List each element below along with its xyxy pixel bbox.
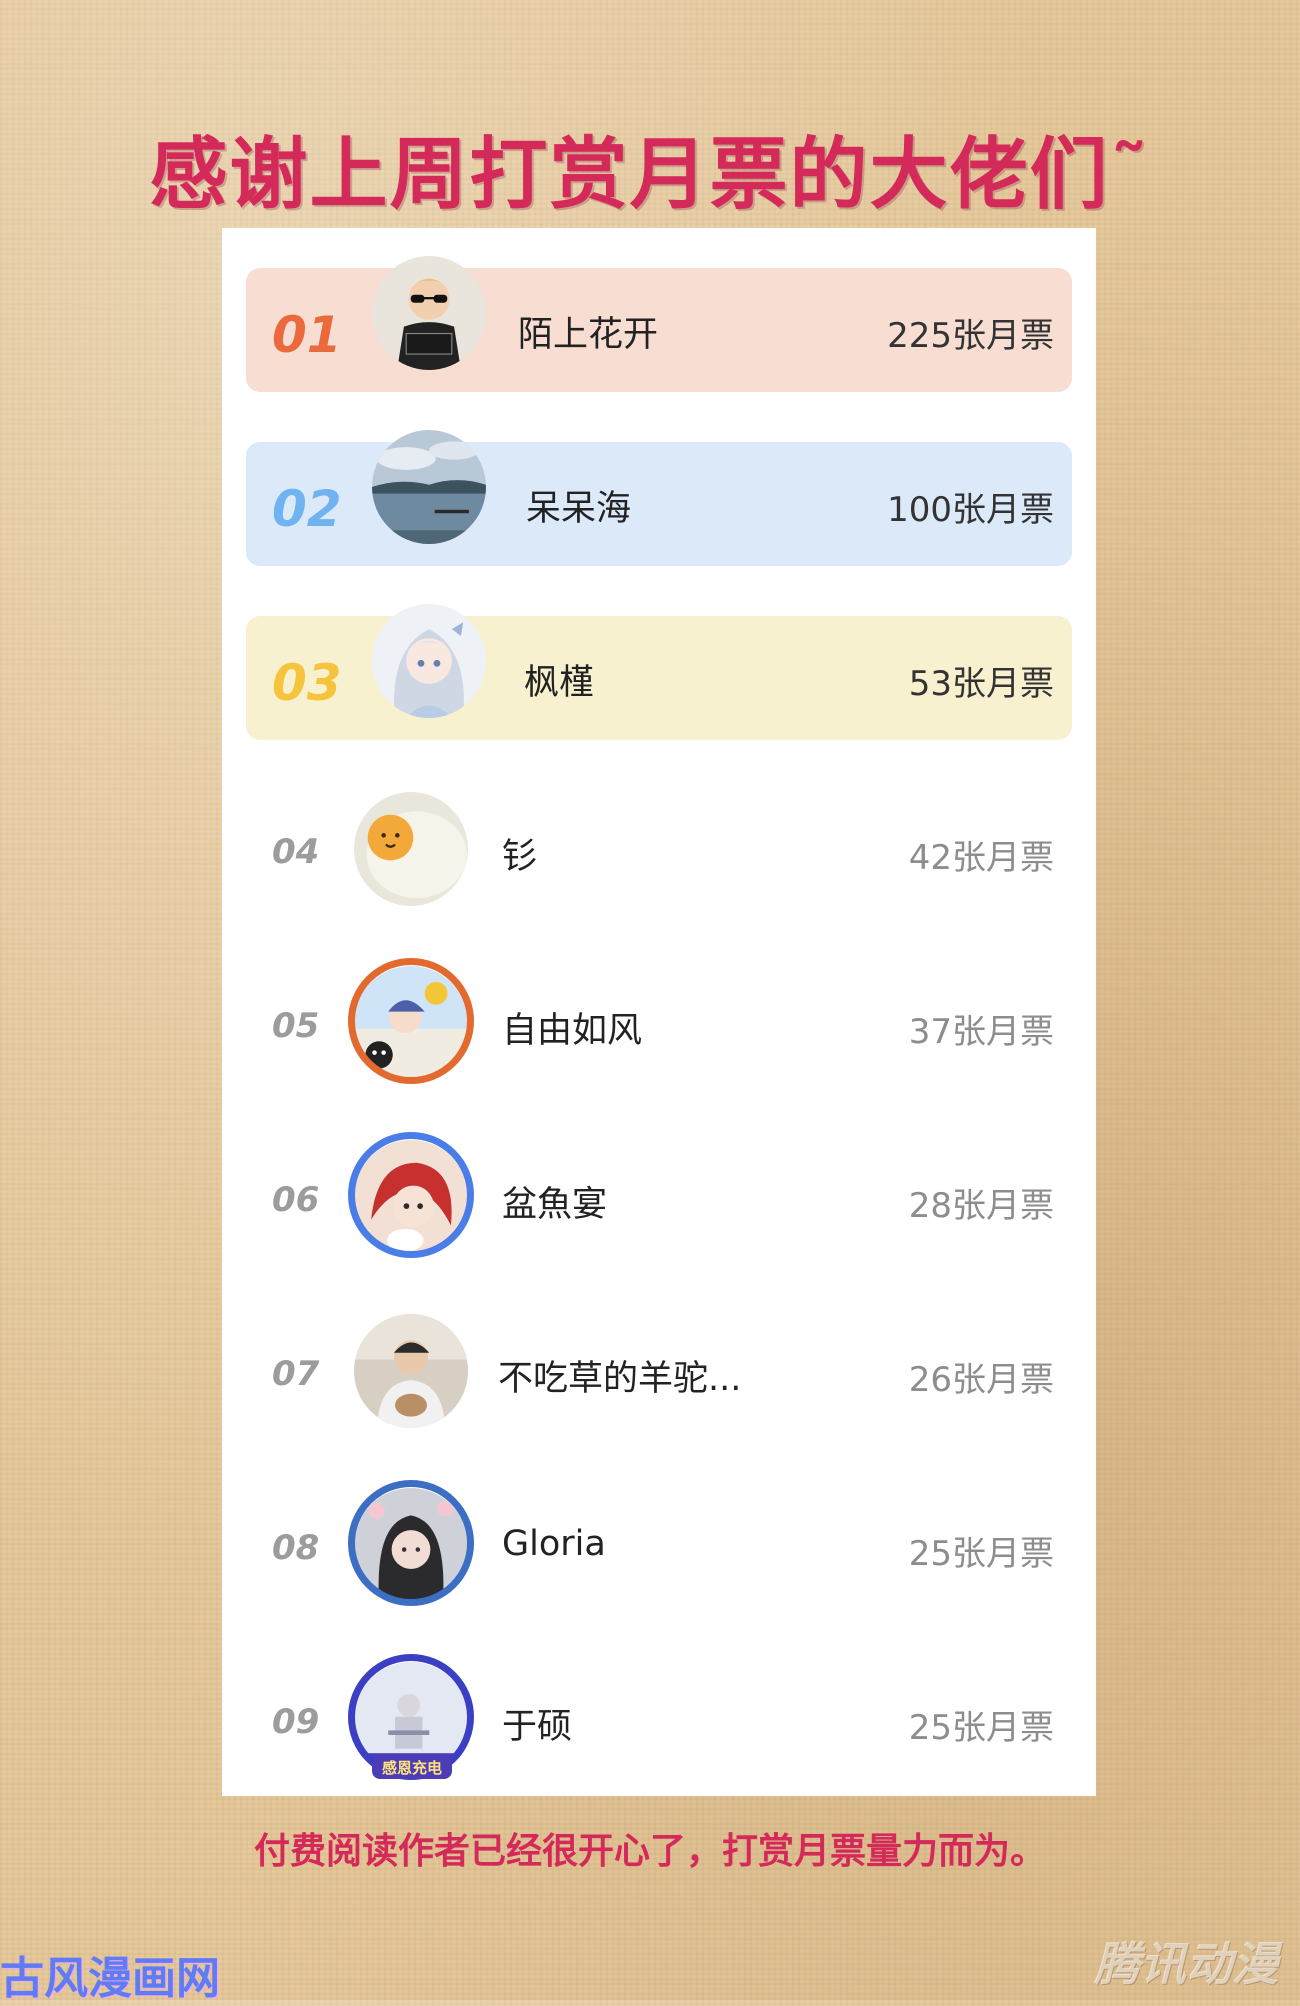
rank-number: 02 <box>272 480 342 538</box>
ranking-row-7: 07 不吃草的羊驼... 26张月票 <box>246 1312 1072 1436</box>
vote-count: 53张月票 <box>908 664 1054 704</box>
vote-count: 100张月票 <box>887 490 1054 530</box>
vote-count: 225张月票 <box>887 316 1054 356</box>
avatar-frame <box>348 958 474 1084</box>
user-name[interactable]: 枫槿 <box>524 654 594 705</box>
watermark-right: 腾讯动漫 <box>1094 1937 1278 1991</box>
user-name[interactable]: 钐 <box>502 828 537 879</box>
vote-count: 28张月票 <box>908 1186 1054 1226</box>
ranking-row-5: 05 自由如风 37张月票 <box>246 958 1072 1088</box>
avatar-frame <box>348 1480 474 1606</box>
ranking-row-2: 02 呆呆海 100张月票 <box>246 430 1072 566</box>
rank-number: 01 <box>272 306 342 364</box>
user-name[interactable]: 呆呆海 <box>526 480 631 531</box>
vote-count: 37张月票 <box>908 1012 1054 1052</box>
thanks-badge: 感恩充电 <box>372 1756 452 1779</box>
sunglasses-kid-avatar-icon[interactable] <box>372 256 486 370</box>
egg-avatar-icon[interactable] <box>354 792 468 906</box>
rank-number: 07 <box>272 1354 320 1394</box>
rank-number: 04 <box>272 832 320 872</box>
user-name[interactable]: 盆魚宴 <box>502 1176 607 1227</box>
avatar-frame <box>348 1132 474 1258</box>
rank-number: 03 <box>272 654 342 712</box>
ranking-row-6: 06 盆魚宴 28张月票 <box>246 1132 1072 1262</box>
ranking-row-9: 09 感恩充电 于硕 25张月票 <box>246 1654 1072 1784</box>
vote-count: 26张月票 <box>908 1360 1054 1400</box>
vote-count: 42张月票 <box>908 838 1054 878</box>
vote-count: 25张月票 <box>908 1708 1054 1748</box>
user-name[interactable]: 于硕 <box>502 1698 572 1749</box>
ranking-card: 01 陌上花开 225张月票 02 呆呆海 100张月票 03 枫槿 53张月票… <box>222 228 1096 1796</box>
anime-girl-avatar-icon[interactable] <box>372 604 486 718</box>
vote-count: 25张月票 <box>908 1534 1054 1574</box>
ranking-row-3: 03 枫槿 53张月票 <box>246 604 1072 740</box>
ranking-row-4: 04 钐 42张月票 <box>246 790 1072 914</box>
user-name[interactable]: 自由如风 <box>502 1002 642 1053</box>
user-name[interactable]: Gloria <box>502 1524 606 1564</box>
user-name[interactable]: 陌上花开 <box>518 306 658 357</box>
page-title: 感谢上周打赏月票的大佬们˜ <box>149 130 1151 220</box>
person-photo-avatar-icon[interactable] <box>354 1314 468 1428</box>
ranking-row-8: 08 Gloria 25张月票 <box>246 1480 1072 1610</box>
ranking-row-1: 01 陌上花开 225张月票 <box>246 256 1072 392</box>
lake-landscape-avatar-icon[interactable] <box>372 430 486 544</box>
footer-note: 付费阅读作者已经很开心了，打赏月票量力而为。 <box>253 1831 1046 1872</box>
user-name[interactable]: 不吃草的羊驼... <box>498 1350 741 1401</box>
watermark-left: 古风漫画网 <box>0 1953 220 2004</box>
